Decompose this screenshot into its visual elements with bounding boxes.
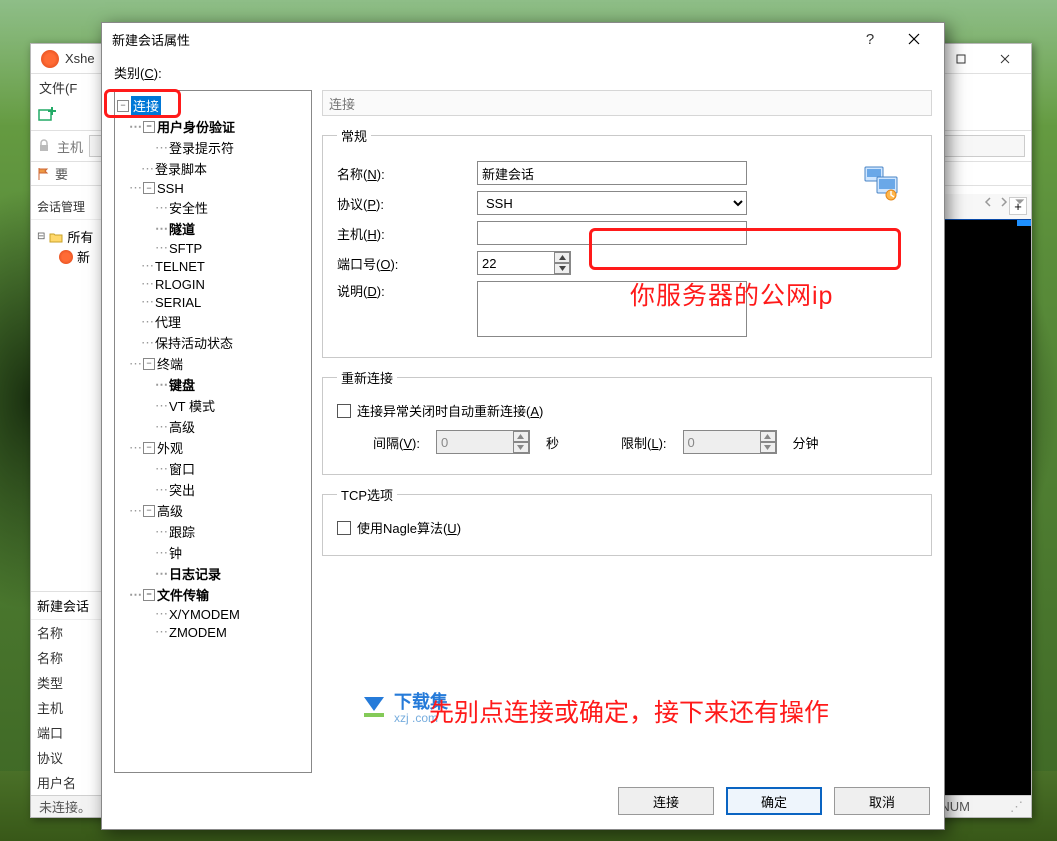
tree-session-label: 新 [77,247,90,266]
desc-label: 说明(D): [337,281,467,300]
category-tree[interactable]: −连接 ⋯−用户身份验证 ⋯登录提示符 ⋯登录脚本 ⋯−SSH ⋯安全性 ⋯隧道… [114,90,312,773]
limit-label: 限制(L): [621,433,667,452]
tree-keepalive[interactable]: ⋯保持活动状态 [117,332,309,353]
tcp-group: TCP选项 使用Nagle算法(U) [322,485,932,556]
session-icon [59,250,73,264]
tree-trace[interactable]: ⋯跟踪 [117,521,309,542]
interval-label: 间隔(V): [373,433,420,452]
interval-unit: 秒 [546,433,559,452]
tcp-legend: TCP选项 [337,485,397,504]
tree-proxy[interactable]: ⋯代理 [117,311,309,332]
folder-icon [49,230,63,244]
general-group: 常规 名称(N): 协议(P): SSH [322,126,932,358]
status-left: 未连接。 [39,797,91,816]
tree-term-advanced[interactable]: ⋯高级 [117,416,309,437]
tree-window[interactable]: ⋯窗口 [117,458,309,479]
tree-zmodem[interactable]: ⋯ZMODEM [117,623,309,641]
tree-telnet[interactable]: ⋯TELNET [117,257,309,275]
tree-advanced[interactable]: ⋯−高级 [117,500,309,521]
tree-appearance[interactable]: ⋯−外观 [117,437,309,458]
tree-filetransfer[interactable]: ⋯−文件传输 [117,584,309,605]
spin-up-icon[interactable] [554,252,570,263]
limit-spinner [760,431,776,453]
tree-highlight[interactable]: ⋯突出 [117,479,309,500]
tabstrip-arrows[interactable]: ⏷ [983,194,1025,210]
spin-down-icon [760,442,776,453]
flag-icon [37,167,51,181]
dialog-close-button[interactable] [892,25,936,53]
dialog-title: 新建会话属性 [112,30,848,49]
scroll-indicator [1017,220,1031,226]
category-label: 类别(C): [114,63,932,82]
tree-auth[interactable]: ⋯−用户身份验证 [117,116,309,137]
connect-button[interactable]: 连接 [618,787,714,815]
tree-log[interactable]: ⋯日志记录 [117,563,309,584]
tree-security[interactable]: ⋯安全性 [117,197,309,218]
detail-user: 用户名 [37,773,76,792]
protocol-select[interactable]: SSH [477,191,747,215]
detail-host: 主机 [37,698,63,717]
detail-port: 端口 [37,723,63,742]
maximize-button[interactable] [939,45,983,73]
port-label: 端口号(O): [337,254,467,273]
name-input[interactable] [477,161,747,185]
close-button[interactable] [983,45,1027,73]
dialog-titlebar[interactable]: 新建会话属性 ? [102,23,944,55]
watermark: 下载集 xzj .com [360,688,448,725]
status-resize-grip[interactable]: ⋰ [1010,799,1023,815]
spin-up-icon [513,431,529,442]
host-input[interactable] [477,221,747,245]
host-label: 主机(H): [337,224,467,243]
detail-proto: 协议 [37,748,63,767]
tree-serial[interactable]: ⋯SERIAL [117,293,309,311]
detail-name1: 名称 [37,623,63,642]
dialog-help-button[interactable]: ? [848,25,892,53]
detail-type: 类型 [37,673,63,692]
tree-rlogin[interactable]: ⋯RLOGIN [117,275,309,293]
nagle-checkbox[interactable] [337,521,351,535]
new-session-dialog: 新建会话属性 ? 类别(C): −连接 ⋯−用户身份验证 ⋯登录提示符 ⋯登录脚… [101,22,945,830]
download-arrow-icon [360,693,388,721]
nagle-label: 使用Nagle算法(U) [357,518,461,537]
tree-connection[interactable]: −连接 [117,95,309,116]
section-title [322,90,932,116]
dialog-button-bar: 连接 确定 取消 [114,779,932,817]
ok-button[interactable]: 确定 [726,787,822,815]
tree-root-label: 所有 [67,227,93,246]
tree-tunnel[interactable]: ⋯隧道 [117,218,309,239]
cancel-button[interactable]: 取消 [834,787,930,815]
tree-terminal[interactable]: ⋯−终端 [117,353,309,374]
reconnect-group: 重新连接 连接异常关闭时自动重新连接(A) 间隔(V): [322,368,932,475]
interval-spinner [513,431,529,453]
port-spinner[interactable] [554,252,570,274]
reconnect-legend: 重新连接 [337,368,397,387]
spin-down-icon [513,442,529,453]
general-legend: 常规 [337,126,371,145]
auto-reconnect-checkbox[interactable] [337,404,351,418]
tree-xymodem[interactable]: ⋯X/YMODEM [117,605,309,623]
protocol-label: 协议(P): [337,194,467,213]
lock-icon [37,139,51,153]
new-session-icon[interactable] [37,106,57,126]
servers-icon [861,165,901,201]
tree-ssh[interactable]: ⋯−SSH [117,179,309,197]
tree-bell[interactable]: ⋯钟 [117,542,309,563]
spin-down-icon[interactable] [554,263,570,274]
tree-keyboard[interactable]: ⋯键盘 [117,374,309,395]
tree-vt[interactable]: ⋯VT 模式 [117,395,309,416]
tree-prompt[interactable]: ⋯登录提示符 [117,137,309,158]
auto-reconnect-label: 连接异常关闭时自动重新连接(A) [357,401,543,420]
xshell-logo-icon [41,50,59,68]
spin-up-icon [760,431,776,442]
plugin-label: 要 [55,164,68,183]
detail-name2: 名称 [37,648,63,667]
limit-unit: 分钟 [793,433,819,452]
tree-script[interactable]: ⋯登录脚本 [117,158,309,179]
name-label: 名称(N): [337,164,467,183]
desc-textarea[interactable] [477,281,747,337]
tree-sftp[interactable]: ⋯SFTP [117,239,309,257]
hostbar-label: 主机 [57,137,83,156]
